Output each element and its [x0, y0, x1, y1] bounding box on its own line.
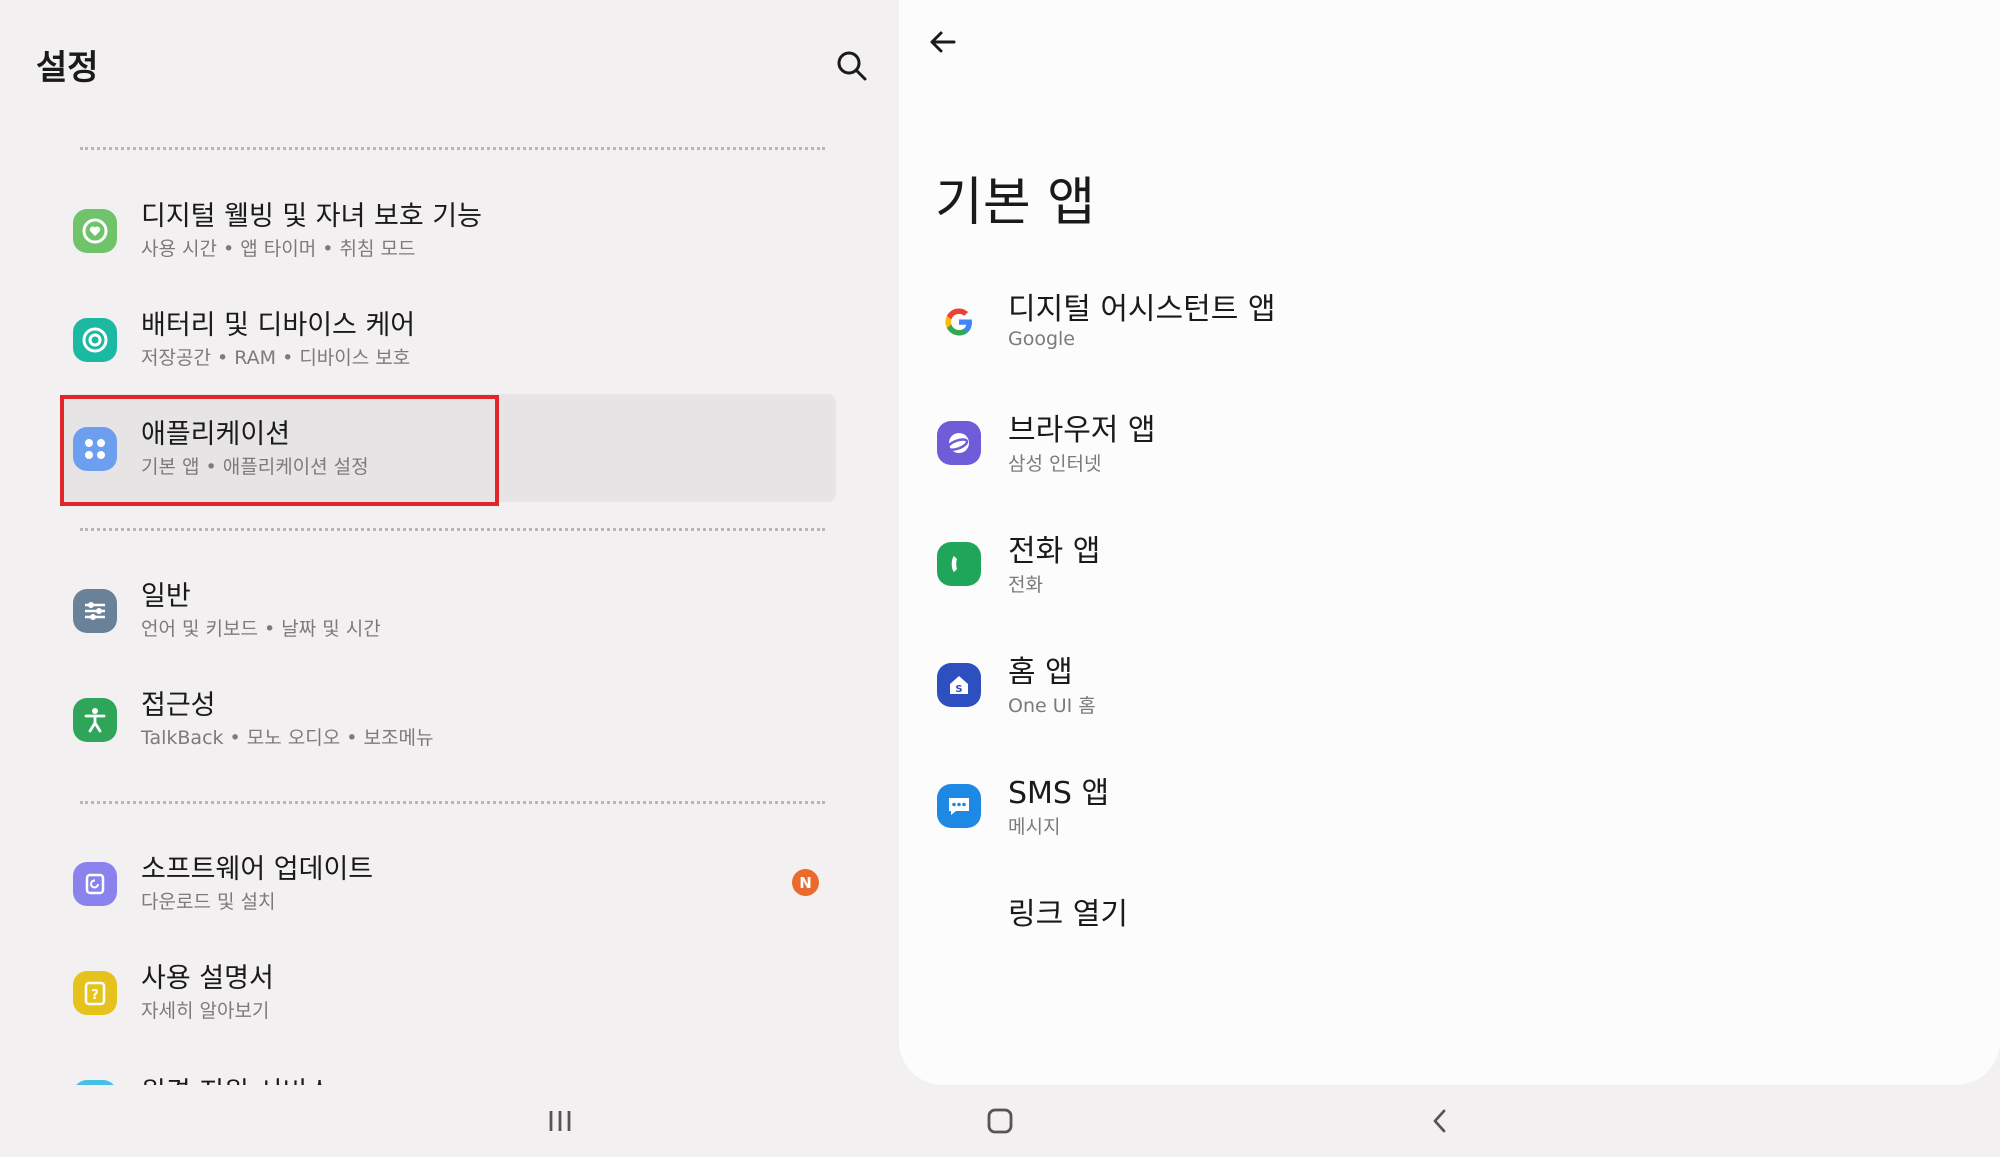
item-subtitle: 저장공간 • RAM • 디바이스 보호	[141, 347, 411, 369]
default-app-sms[interactable]: SMS 앱 메시지	[899, 754, 2000, 864]
settings-list-pane: 설정 디지털 웰빙 및 자녀 보호 기능 사용 시간 • 앱 타이머 • 취침 …	[0, 0, 899, 1085]
page-title: 기본 앱	[935, 173, 1096, 233]
row-subtitle: 메시지	[1008, 816, 1061, 838]
item-subtitle: 다운로드 및 설치	[141, 891, 276, 913]
software-update-icon	[73, 862, 117, 906]
svg-text:?: ?	[91, 988, 99, 1003]
settings-item-remote-support[interactable]: 원격 지원 서비스	[141, 1070, 332, 1085]
row-title: SMS 앱	[1008, 776, 1110, 811]
row-title: 홈 앱	[1008, 655, 1073, 690]
default-app-home[interactable]: S 홈 앱 One UI 홈	[899, 633, 2000, 743]
row-title: 전화 앱	[1008, 534, 1101, 569]
section-divider	[80, 147, 825, 150]
default-apps-pane: 기본 앱 디지털 어시스턴트 앱 Google 브라우저 앱 삼성 인터넷 전화…	[899, 0, 2000, 1085]
device-care-icon	[73, 318, 117, 362]
default-app-open-links[interactable]: 링크 열기	[899, 875, 2000, 985]
settings-item-device-care[interactable]: 배터리 및 디바이스 케어 저장공간 • RAM • 디바이스 보호	[60, 285, 836, 393]
settings-title: 설정	[36, 48, 99, 88]
section-divider	[80, 801, 825, 804]
settings-item-digital-wellbeing[interactable]: 디지털 웰빙 및 자녀 보호 기능 사용 시간 • 앱 타이머 • 취침 모드	[60, 176, 836, 284]
row-subtitle: Google	[1008, 328, 1076, 350]
home-icon[interactable]	[980, 1101, 1020, 1141]
item-subtitle: 자세히 알아보기	[141, 1000, 270, 1022]
back-icon[interactable]	[1420, 1101, 1460, 1141]
row-title: 디지털 어시스턴트 앱	[1008, 292, 1276, 327]
default-app-browser[interactable]: 브라우저 앱 삼성 인터넷	[899, 391, 2000, 501]
one-ui-home-icon: S	[937, 663, 981, 707]
settings-item-accessibility[interactable]: 접근성 TalkBack • 모노 오디오 • 보조메뉴	[60, 665, 836, 773]
recents-icon[interactable]	[540, 1101, 580, 1141]
settings-item-general[interactable]: 일반 언어 및 키보드 • 날짜 및 시간	[60, 556, 836, 664]
row-subtitle: 삼성 인터넷	[1008, 453, 1102, 475]
row-subtitle: 전화	[1008, 574, 1043, 596]
google-icon	[937, 300, 981, 344]
item-title: 디지털 웰빙 및 자녀 보호 기능	[141, 201, 482, 232]
item-title: 소프트웨어 업데이트	[141, 854, 374, 885]
general-icon	[73, 589, 117, 633]
item-title: 접근성	[141, 690, 216, 721]
search-icon[interactable]	[834, 48, 870, 84]
user-manual-icon: ?	[73, 971, 117, 1015]
samsung-internet-icon	[937, 421, 981, 465]
accessibility-icon	[73, 698, 117, 742]
digital-wellbeing-icon	[73, 209, 117, 253]
row-title: 브라우저 앱	[1008, 413, 1156, 448]
settings-item-software-update[interactable]: 소프트웨어 업데이트 다운로드 및 설치	[60, 829, 836, 937]
row-subtitle: One UI 홈	[1008, 695, 1096, 717]
new-badge: N	[792, 869, 819, 896]
svg-text:S: S	[955, 684, 962, 695]
phone-icon	[937, 542, 981, 586]
selection-highlight	[60, 395, 499, 506]
item-title: 사용 설명서	[141, 963, 274, 994]
section-divider	[80, 528, 825, 531]
item-title: 배터리 및 디바이스 케어	[141, 310, 416, 341]
item-subtitle: 사용 시간 • 앱 타이머 • 취침 모드	[141, 238, 416, 260]
item-title: 일반	[141, 581, 191, 612]
messages-icon	[937, 784, 981, 828]
item-subtitle: 언어 및 키보드 • 날짜 및 시간	[141, 618, 381, 640]
item-subtitle: TalkBack • 모노 오디오 • 보조메뉴	[141, 727, 434, 749]
settings-item-user-manual[interactable]: ? 사용 설명서 자세히 알아보기	[60, 938, 836, 1046]
navigation-bar	[0, 1085, 2000, 1157]
default-app-digital-assistant[interactable]: 디지털 어시스턴트 앱 Google	[899, 270, 2000, 380]
row-title: 링크 열기	[1008, 897, 1128, 932]
default-app-phone[interactable]: 전화 앱 전화	[899, 512, 2000, 622]
back-arrow-icon[interactable]	[923, 22, 963, 62]
